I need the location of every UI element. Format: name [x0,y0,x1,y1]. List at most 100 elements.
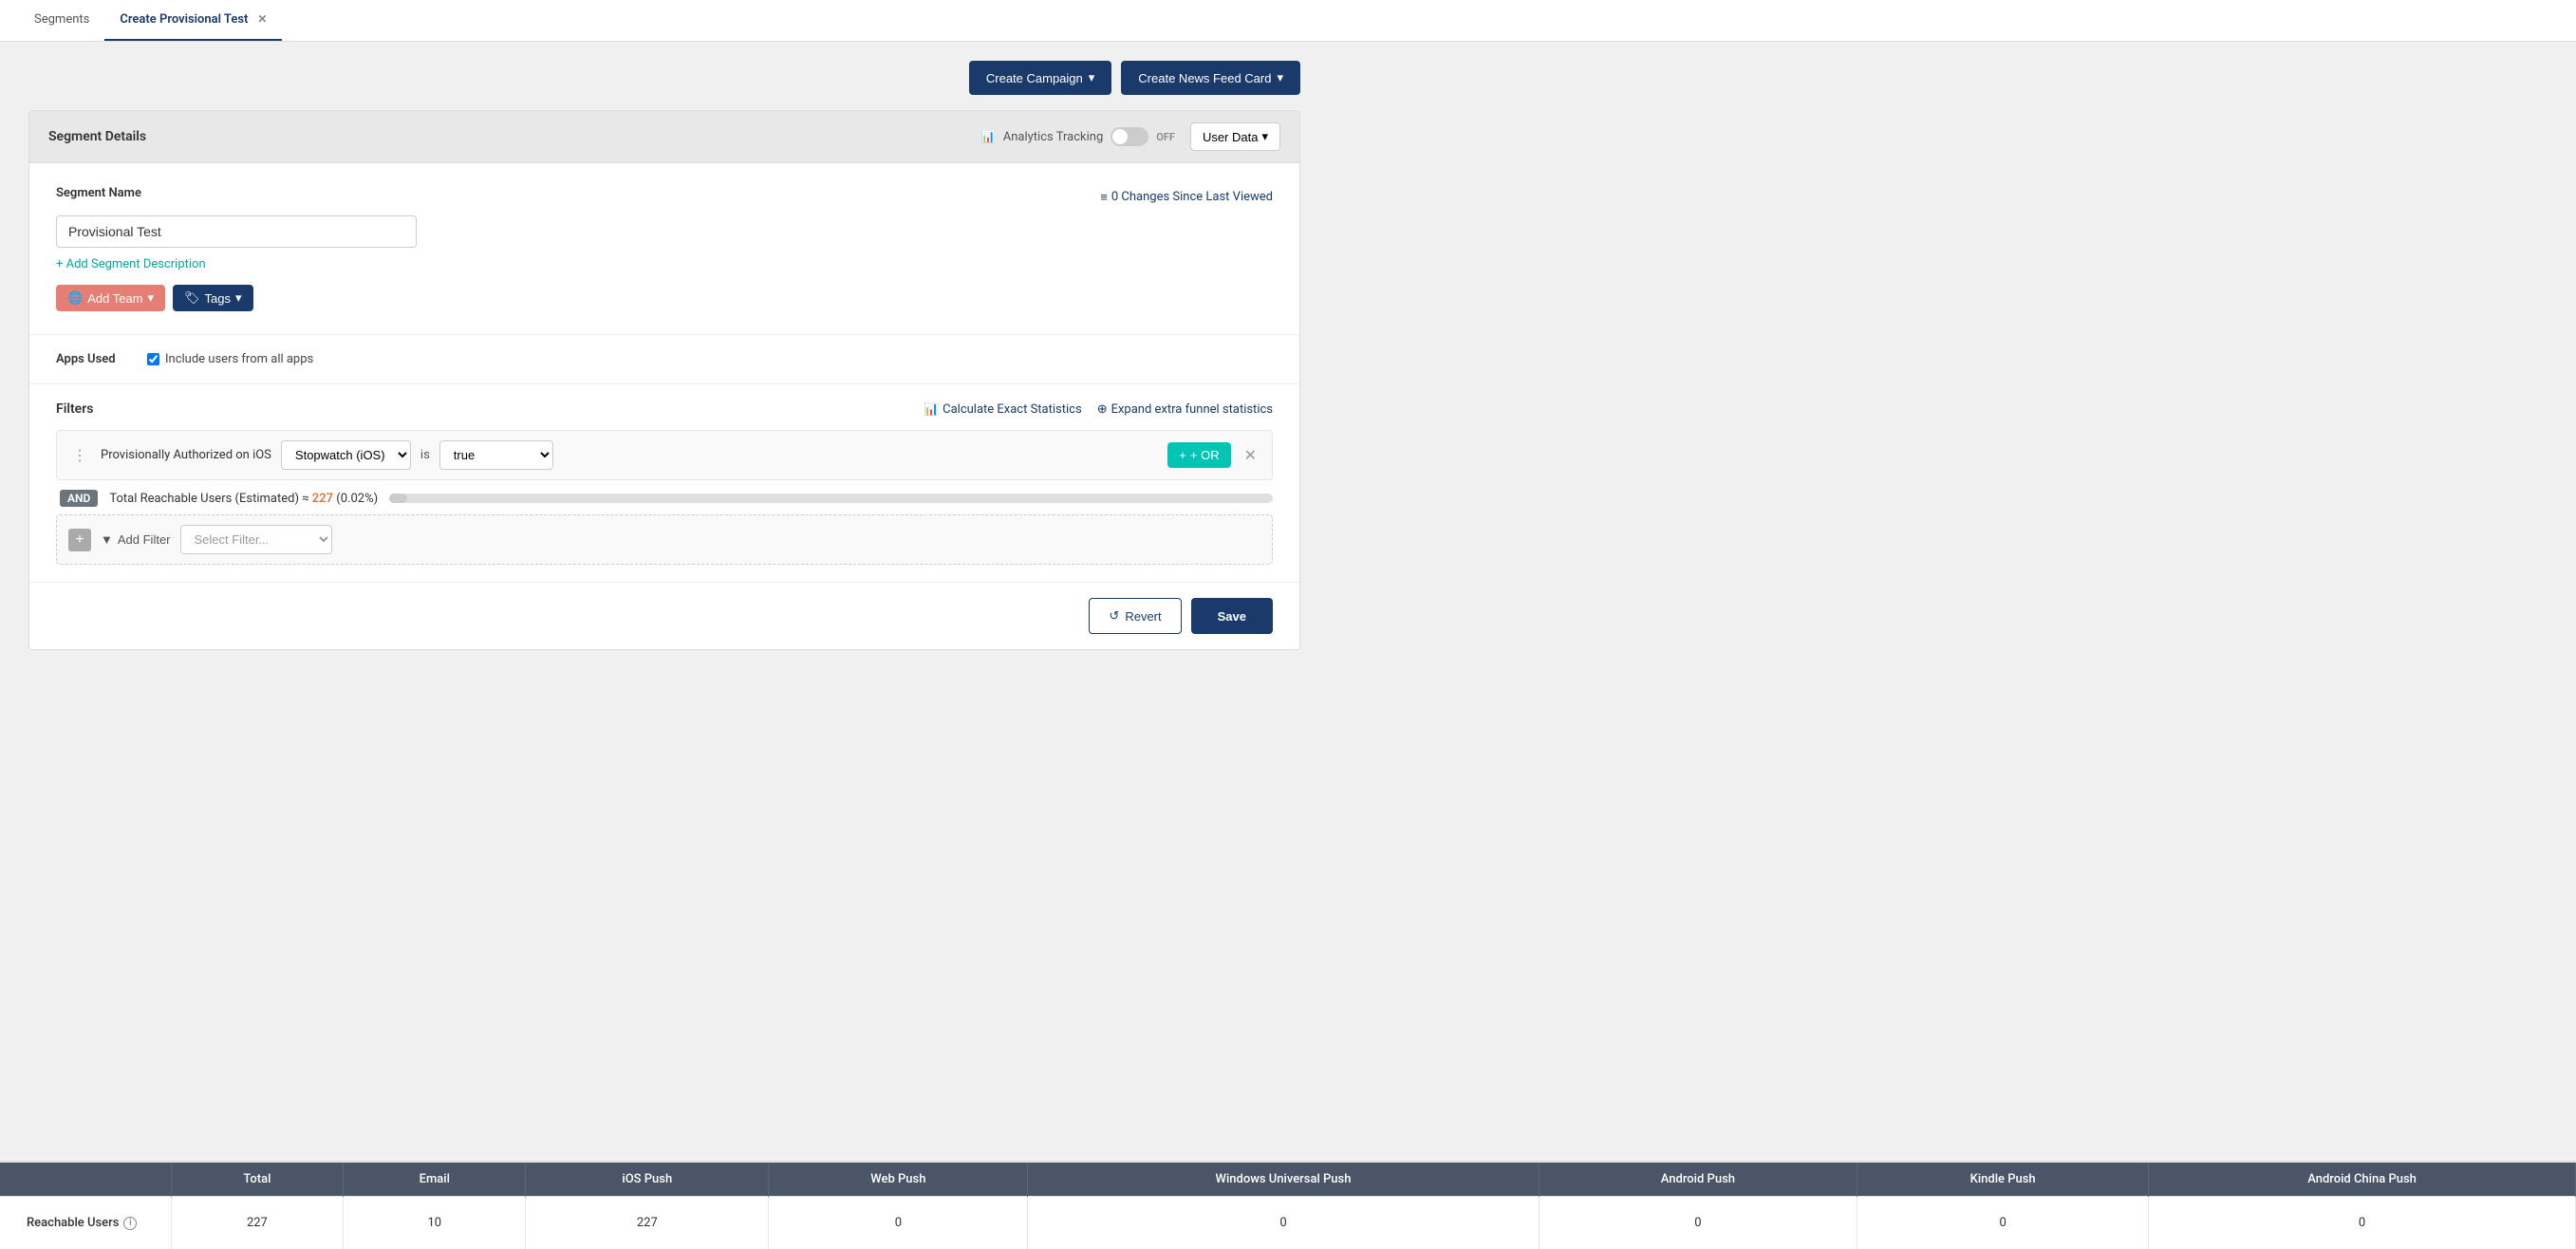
save-button[interactable]: Save [1191,598,1273,634]
add-team-chevron-icon: ▾ [147,290,154,306]
include-all-apps-checkbox[interactable] [147,353,159,365]
segment-details-card: Segment Details 📊 Analytics Tracking OFF… [28,110,1300,650]
add-team-label: Add Team [87,291,142,306]
info-icon[interactable]: i [123,1217,137,1230]
add-filter-button[interactable]: ▼ Add Filter [101,532,171,547]
table-row: Reachable Users i 227 10 227 0 0 0 0 0 [0,1197,2576,1249]
card-header-actions: 📊 Analytics Tracking OFF User Data ▾ [981,122,1280,151]
segment-name-header-row: Segment Name ≡ 0 Changes Since Last View… [56,186,1273,208]
apps-used-row: Apps Used Include users from all apps [56,352,1273,366]
reachable-users-label-cell: Reachable Users i [13,1206,158,1240]
create-campaign-label: Create Campaign [986,71,1083,85]
and-badge: AND [60,490,98,507]
include-all-apps-checkbox-label[interactable]: Include users from all apps [147,352,313,366]
tags-button[interactable]: 🏷 Tags ▾ [173,285,253,311]
tab-close-icon[interactable]: ✕ [257,12,267,26]
user-data-chevron-icon: ▾ [1261,129,1268,144]
main-content: Create Campaign ▾ Create News Feed Card … [0,42,1329,670]
filter-app-select[interactable]: Stopwatch (iOS) [281,440,411,470]
create-news-feed-card-button[interactable]: Create News Feed Card ▾ [1121,61,1300,95]
analytics-toggle[interactable] [1111,127,1148,146]
and-reachable-row: AND Total Reachable Users (Estimated) ≈ … [56,490,1273,507]
analytics-tracking-label: Analytics Tracking [1003,130,1103,144]
chevron-down-icon: ▾ [1089,70,1095,85]
table-header-kindle-push: Kindle Push [1857,1163,2149,1197]
create-campaign-button[interactable]: Create Campaign ▾ [969,61,1111,95]
reachable-pct: (0.02%) [336,492,378,506]
reachable-users-table: Total Email iOS Push Web Push Windows Un… [0,1163,2576,1249]
add-filter-label: Add Filter [118,532,171,547]
progress-bar-fill [389,494,407,503]
expand-link-text: Expand extra funnel statistics [1111,402,1273,417]
add-filter-row: + ▼ Add Filter Select Filter... [56,514,1273,565]
include-all-apps-text: Include users from all apps [165,352,313,366]
card-footer: ↺ Revert Save [29,582,1299,649]
card-header-title: Segment Details [48,129,146,144]
add-description-label: + Add Segment Description [56,257,206,271]
reachable-count: 227 [312,492,333,506]
add-filter-plus-button[interactable]: + [68,529,91,551]
segment-name-input[interactable] [56,215,417,248]
calculate-link-text: Calculate Exact Statistics [943,402,1082,417]
card-header: Segment Details 📊 Analytics Tracking OFF… [29,111,1299,163]
changes-list-icon: ≡ [1100,190,1108,205]
reachable-info-text: Total Reachable Users (Estimated) ≈ 227 … [109,492,378,506]
segment-name-section: Segment Name ≡ 0 Changes Since Last View… [29,163,1299,334]
table-cell-android-china-push: 0 [2149,1197,2576,1249]
table-header-email: Email [344,1163,526,1197]
filters-label: Filters [56,401,93,417]
filter-value-select[interactable]: true false [439,440,553,470]
revert-icon: ↺ [1109,608,1119,624]
tab-segments-label: Segments [34,12,89,27]
table-header-row: Total Email iOS Push Web Push Windows Un… [0,1163,2576,1197]
action-buttons-row: Create Campaign ▾ Create News Feed Card … [28,61,1300,95]
table-cell-email: 10 [344,1197,526,1249]
tab-segments[interactable]: Segments [19,0,104,41]
create-news-feed-card-label: Create News Feed Card [1138,71,1271,85]
calculate-exact-statistics-link[interactable]: 📊 Calculate Exact Statistics [924,402,1082,417]
globe-icon: 🌐 [67,290,83,306]
toggle-off-label: OFF [1156,131,1175,143]
select-filter-dropdown[interactable]: Select Filter... [180,525,332,554]
expand-funnel-statistics-link[interactable]: ⊕ Expand extra funnel statistics [1097,402,1273,417]
filter-icon: ▼ [101,532,113,547]
tags-chevron-icon: ▾ [235,290,242,306]
tab-create-provisional-test[interactable]: Create Provisional Test ✕ [104,0,282,41]
table-cell-android-push: 0 [1539,1197,1857,1249]
add-team-button[interactable]: 🌐 Add Team ▾ [56,285,165,311]
chevron-down-icon-2: ▾ [1277,70,1283,85]
reachable-text: Total Reachable Users (Estimated) ≈ [109,492,308,506]
table-header-web-push: Web Push [769,1163,1028,1197]
filters-header: Filters 📊 Calculate Exact Statistics ⊕ E… [56,401,1273,417]
table-header-windows-push: Windows Universal Push [1028,1163,1539,1197]
apps-used-label: Apps Used [56,352,132,366]
reachable-users-cell: Reachable Users i [0,1197,171,1249]
tag-buttons-row: 🌐 Add Team ▾ 🏷 Tags ▾ [56,285,1273,311]
statistics-icon: 📊 [924,402,939,417]
table-header-ios-push: iOS Push [526,1163,769,1197]
revert-button[interactable]: ↺ Revert [1089,598,1181,634]
or-label: + OR [1190,448,1220,462]
revert-label: Revert [1125,609,1161,624]
segment-name-label: Segment Name [56,186,141,200]
user-data-label: User Data [1203,130,1259,144]
changes-since-last-viewed-link[interactable]: ≡ 0 Changes Since Last Viewed [1100,190,1273,205]
user-data-button[interactable]: User Data ▾ [1190,122,1280,151]
bottom-table-wrapper: Total Email iOS Push Web Push Windows Un… [0,1161,2576,1249]
table-header-empty [0,1163,171,1197]
chart-icon: 📊 [981,130,996,143]
table-cell-total: 227 [171,1197,344,1249]
remove-filter-button[interactable]: ✕ [1241,446,1260,465]
or-button[interactable]: + + OR [1167,442,1230,468]
drag-handle-icon[interactable]: ⋮ [68,446,91,464]
add-description-link[interactable]: + Add Segment Description [56,257,1273,271]
apps-used-section: Apps Used Include users from all apps [29,335,1299,383]
reachable-users-text: Reachable Users [27,1216,119,1230]
table-header-total: Total [171,1163,344,1197]
table-header-android-push: Android Push [1539,1163,1857,1197]
filters-section: Filters 📊 Calculate Exact Statistics ⊕ E… [29,383,1299,582]
tab-create-provisional-test-label: Create Provisional Test [120,12,248,27]
tag-icon: 🏷 [184,290,200,306]
table-cell-windows-push: 0 [1028,1197,1539,1249]
analytics-tracking-section: 📊 Analytics Tracking OFF [981,127,1175,146]
